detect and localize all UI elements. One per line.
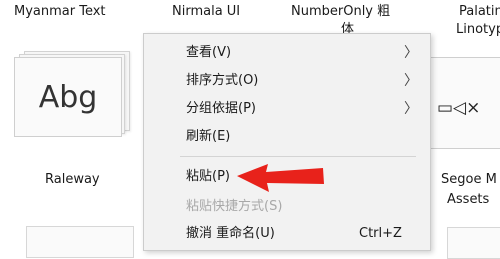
- annotation-arrow-shape: [237, 164, 324, 192]
- annotation-arrow-icon: [237, 164, 324, 192]
